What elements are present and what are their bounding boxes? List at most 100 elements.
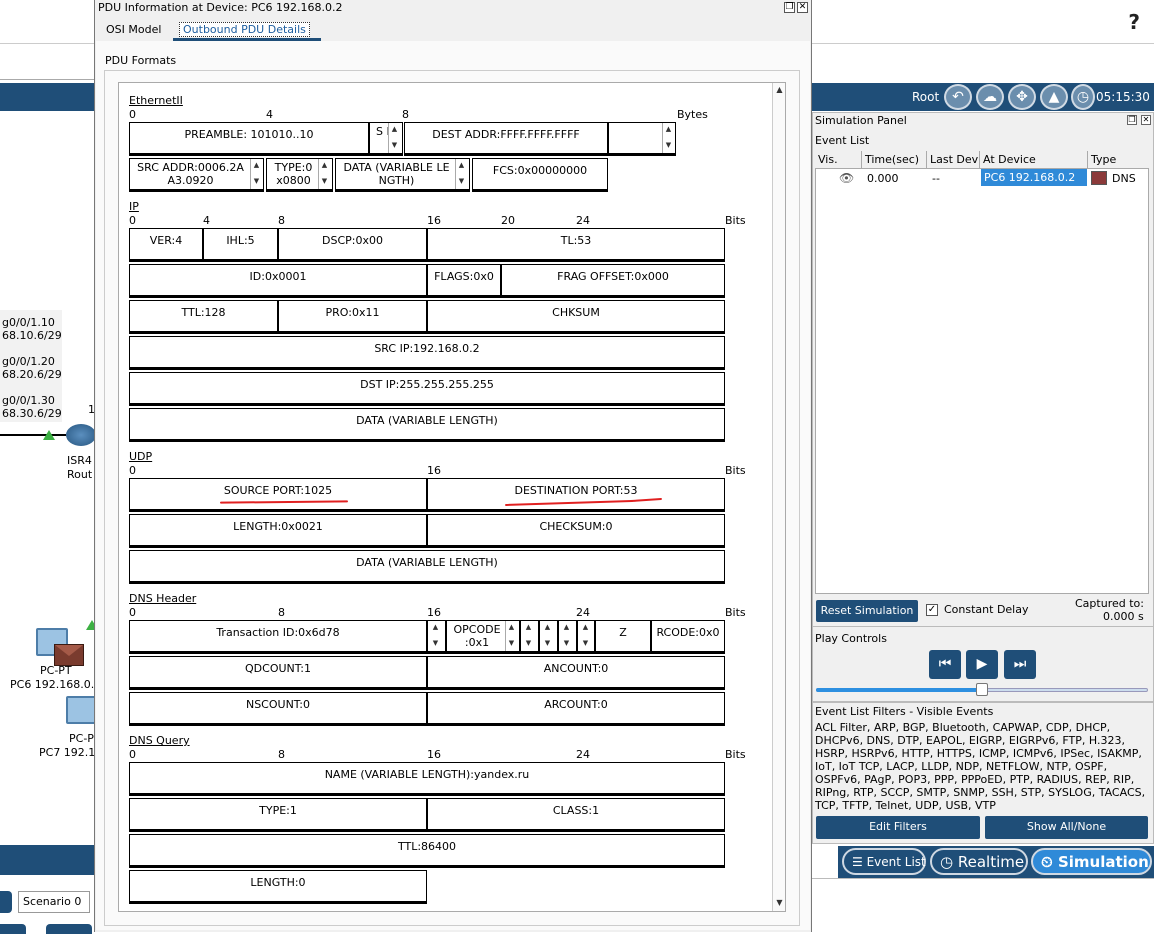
ra-spinner[interactable]: ▲ ▼: [580, 621, 592, 651]
close-icon[interactable]: ✕: [1141, 115, 1151, 125]
clock-icon[interactable]: ◷: [1071, 84, 1095, 110]
qr-spinner[interactable]: ▲ ▼: [430, 621, 442, 651]
simulation-mode-label: Simulation: [1057, 853, 1149, 871]
close-icon[interactable]: ✕: [797, 2, 808, 13]
eye-icon[interactable]: 👁: [839, 171, 854, 185]
interface-ip: 68.10.6/29: [2, 329, 62, 342]
spin-up-icon[interactable]: ▲: [580, 621, 591, 633]
spin-up-icon[interactable]: ▲: [542, 621, 553, 633]
scroll-down-icon[interactable]: ▼: [773, 897, 786, 909]
ip-frag-offset-field: FRAG OFFSET:0x000: [501, 264, 725, 298]
opcode-spinner[interactable]: ▲ ▼: [505, 621, 517, 651]
spin-down-icon[interactable]: ▼: [523, 637, 534, 649]
spin-down-icon[interactable]: ▼: [456, 175, 467, 187]
scroll-up-icon[interactable]: ▲: [773, 84, 786, 96]
spin-up-icon[interactable]: ▲: [663, 123, 674, 135]
forward-step-icon[interactable]: ⏭: [1004, 650, 1036, 679]
cloud-icon[interactable]: ☁: [976, 84, 1004, 110]
dns-qdcount-field: QDCOUNT:1: [129, 656, 427, 690]
event-last-device[interactable]: --: [932, 172, 940, 185]
tc-spinner[interactable]: ▲ ▼: [542, 621, 554, 651]
type-spinner[interactable]: ▲ ▼: [318, 159, 330, 189]
dns-arcount-field: ARCOUNT:0: [427, 692, 725, 726]
column-header[interactable]: Last Dev: [927, 151, 980, 169]
vertical-scrollbar[interactable]: ▲ ▼: [772, 83, 785, 911]
tab-outbound-pdu-details[interactable]: Outbound PDU Details: [179, 22, 310, 37]
column-header[interactable]: Vis.: [815, 151, 862, 169]
help-icon[interactable]: ?: [1128, 10, 1140, 34]
spin-down-icon[interactable]: ▼: [542, 637, 553, 649]
rd-spinner[interactable]: ▲ ▼: [561, 621, 573, 651]
reset-simulation-button[interactable]: Reset Simulation: [816, 600, 918, 622]
fcs-field: FCS:0x00000000: [472, 158, 608, 192]
edit-filters-button[interactable]: Edit Filters: [816, 816, 980, 839]
ruler-tick: 24: [576, 606, 590, 619]
spin-up-icon[interactable]: ▲: [251, 159, 262, 171]
router-icon[interactable]: [66, 424, 96, 446]
float-icon[interactable]: ❐: [784, 2, 795, 13]
ruler-tick: 0: [129, 464, 136, 477]
ruler-unit: Bits: [725, 606, 746, 619]
udp-section-title: UDP: [129, 450, 153, 463]
pc-icon[interactable]: [66, 696, 96, 724]
constant-delay-checkbox[interactable]: ✓: [926, 604, 938, 616]
sfd-spinner[interactable]: ▲ ▼: [388, 123, 400, 153]
pdu-formats-label: PDU Formats: [105, 54, 177, 67]
spin-down-icon[interactable]: ▼: [506, 637, 517, 649]
spin-down-icon[interactable]: ▼: [430, 637, 441, 649]
root-label[interactable]: Root: [912, 90, 939, 104]
ruler-unit: Bits: [725, 214, 746, 227]
ip-data-field: DATA (VARIABLE LENGTH): [129, 408, 725, 442]
speed-slider-handle[interactable]: [976, 683, 988, 696]
ruler-tick: 16: [427, 214, 441, 227]
column-header[interactable]: Type: [1088, 151, 1149, 169]
scenario-nav-button[interactable]: [0, 891, 12, 913]
device-tab[interactable]: [46, 924, 92, 934]
event-list-table[interactable]: [815, 151, 1149, 594]
spin-down-icon[interactable]: ▼: [561, 637, 572, 649]
landscape-icon[interactable]: ▲: [1040, 84, 1068, 110]
aa-spinner[interactable]: ▲ ▼: [523, 621, 535, 651]
field-spinner[interactable]: ▲ ▼: [662, 123, 674, 153]
dns-nscount-field: NSCOUNT:0: [129, 692, 427, 726]
event-time[interactable]: 0.000: [867, 172, 899, 185]
spin-up-icon[interactable]: ▲: [523, 621, 534, 633]
spin-down-icon[interactable]: ▼: [251, 175, 262, 187]
spin-up-icon[interactable]: ▲: [506, 621, 517, 633]
clock-icon: ◷: [940, 853, 958, 871]
src-addr-field: SRC ADDR:0006.2A A3.0920: [129, 158, 264, 192]
column-header[interactable]: Time(sec): [862, 151, 927, 169]
event-type-color: [1091, 171, 1107, 185]
realtime-mode-button[interactable]: ◷ Realtime: [930, 848, 1028, 875]
spin-up-icon[interactable]: ▲: [561, 621, 572, 633]
scenario-select[interactable]: Scenario 0: [18, 891, 90, 913]
spin-up-icon[interactable]: ▲: [319, 159, 330, 171]
spin-up-icon[interactable]: ▲: [430, 621, 441, 633]
float-icon[interactable]: ❐: [1127, 115, 1137, 125]
ruler-tick: 16: [427, 606, 441, 619]
pdu-envelope-icon[interactable]: [54, 644, 84, 666]
device-tab[interactable]: [0, 924, 26, 934]
data-spinner[interactable]: ▲ ▼: [455, 159, 467, 189]
spin-up-icon[interactable]: ▲: [456, 159, 467, 171]
spin-down-icon[interactable]: ▼: [580, 637, 591, 649]
spin-up-icon[interactable]: ▲: [389, 123, 400, 135]
play-icon[interactable]: ▶: [966, 650, 998, 679]
back-icon[interactable]: ↶: [944, 84, 972, 110]
back-step-icon[interactable]: ⏮: [929, 650, 961, 679]
tab-osi-model[interactable]: OSI Model: [100, 21, 167, 39]
show-all-none-button[interactable]: Show All/None: [985, 816, 1148, 839]
event-list-label: Event List: [815, 134, 870, 147]
spin-down-icon[interactable]: ▼: [663, 139, 674, 151]
src-addr-spinner[interactable]: ▲ ▼: [250, 159, 262, 189]
column-header[interactable]: At Device: [980, 151, 1088, 169]
simulation-mode-button[interactable]: ⏲ Simulation: [1031, 848, 1152, 875]
event-list-mode-button[interactable]: ☰ Event List: [842, 848, 926, 875]
event-at-device[interactable]: PC6 192.168.0.2: [981, 169, 1087, 186]
spin-down-icon[interactable]: ▼: [389, 139, 400, 151]
event-type[interactable]: DNS: [1112, 172, 1136, 185]
ip-dscp-field: DSCP:0x00: [278, 228, 427, 262]
move-icon[interactable]: ✥: [1008, 84, 1036, 110]
list-icon: ☰: [852, 855, 867, 869]
spin-down-icon[interactable]: ▼: [319, 175, 330, 187]
